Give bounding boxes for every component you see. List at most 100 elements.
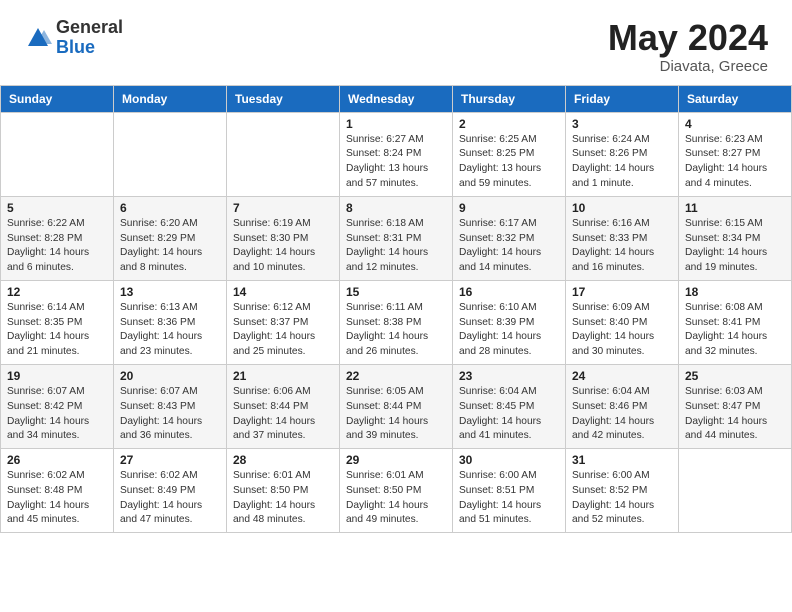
day-info: Sunrise: 6:01 AMSunset: 8:50 PMDaylight:… bbox=[346, 469, 446, 528]
day-info: Sunrise: 6:07 AMSunset: 8:42 PMDaylight:… bbox=[7, 385, 107, 444]
day-number: 27 bbox=[120, 453, 220, 467]
calendar-cell: 11 Sunrise: 6:15 AMSunset: 8:34 PMDayligh… bbox=[679, 196, 792, 280]
calendar-cell: 12Sunrise: 6:14 AMSunset: 8:35 PMDayligh… bbox=[1, 280, 114, 364]
day-info: Sunrise: 6:15 AMSunset: 8:34 PMDaylight:… bbox=[685, 217, 785, 276]
day-number: 6 bbox=[120, 201, 220, 215]
day-number: 23 bbox=[459, 369, 559, 383]
calendar-cell: 4 Sunrise: 6:23 AMSunset: 8:27 PMDaylight… bbox=[679, 112, 792, 196]
day-number: 12 bbox=[7, 285, 107, 299]
day-number: 20 bbox=[120, 369, 220, 383]
calendar-week-5: 26 Sunrise: 6:02 AMSunset: 8:48 PMDayligh… bbox=[1, 449, 792, 533]
calendar-cell: 2 Sunrise: 6:25 AMSunset: 8:25 PMDaylight… bbox=[453, 112, 566, 196]
day-info: Sunrise: 6:01 AMSunset: 8:50 PMDaylight:… bbox=[233, 469, 333, 528]
day-info: Sunrise: 6:22 AMSunset: 8:28 PMDaylight:… bbox=[7, 217, 107, 276]
day-info: Sunrise: 6:06 AMSunset: 8:44 PMDaylight:… bbox=[233, 385, 333, 444]
calendar-body: 1Sunrise: 6:27 AMSunset: 8:24 PMDaylight… bbox=[1, 112, 792, 533]
calendar-cell bbox=[1, 112, 114, 196]
calendar-cell: 24 Sunrise: 6:04 AMSunset: 8:46 PMDayligh… bbox=[566, 364, 679, 448]
day-number: 25 bbox=[685, 369, 785, 383]
calendar-cell: 23Sunrise: 6:04 AMSunset: 8:45 PMDayligh… bbox=[453, 364, 566, 448]
day-number: 2 bbox=[459, 117, 559, 131]
day-info: Sunrise: 6:02 AMSunset: 8:48 PMDaylight:… bbox=[7, 469, 107, 528]
calendar-cell: 14 Sunrise: 6:12 AMSunset: 8:37 PMDayligh… bbox=[227, 280, 340, 364]
day-number: 17 bbox=[572, 285, 672, 299]
subtitle: Diavata, Greece bbox=[608, 58, 768, 75]
col-thursday: Thursday bbox=[453, 85, 566, 112]
calendar-cell: 28 Sunrise: 6:01 AMSunset: 8:50 PMDayligh… bbox=[227, 449, 340, 533]
day-info: Sunrise: 6:08 AMSunset: 8:41 PMDaylight:… bbox=[685, 301, 785, 360]
day-number: 26 bbox=[7, 453, 107, 467]
day-info: Sunrise: 6:00 AMSunset: 8:52 PMDaylight:… bbox=[572, 469, 672, 528]
day-number: 28 bbox=[233, 453, 333, 467]
calendar-header: Sunday Monday Tuesday Wednesday Thursday… bbox=[1, 85, 792, 112]
col-sunday: Sunday bbox=[1, 85, 114, 112]
day-number: 19 bbox=[7, 369, 107, 383]
calendar-cell: 17 Sunrise: 6:09 AMSunset: 8:40 PMDayligh… bbox=[566, 280, 679, 364]
day-info: Sunrise: 6:25 AMSunset: 8:25 PMDaylight:… bbox=[459, 133, 559, 192]
calendar-cell: 21 Sunrise: 6:06 AMSunset: 8:44 PMDayligh… bbox=[227, 364, 340, 448]
calendar-cell: 7 Sunrise: 6:19 AMSunset: 8:30 PMDaylight… bbox=[227, 196, 340, 280]
title-area: May 2024 Diavata, Greece bbox=[608, 18, 768, 75]
day-number: 21 bbox=[233, 369, 333, 383]
day-number: 10 bbox=[572, 201, 672, 215]
calendar-cell: 25 Sunrise: 6:03 AMSunset: 8:47 PMDayligh… bbox=[679, 364, 792, 448]
day-number: 22 bbox=[346, 369, 446, 383]
calendar-cell: 9 Sunrise: 6:17 AMSunset: 8:32 PMDaylight… bbox=[453, 196, 566, 280]
logo-blue: Blue bbox=[56, 38, 123, 58]
header: General Blue May 2024 Diavata, Greece bbox=[0, 0, 792, 85]
day-number: 3 bbox=[572, 117, 672, 131]
calendar-cell bbox=[227, 112, 340, 196]
calendar-cell: 15Sunrise: 6:11 AMSunset: 8:38 PMDayligh… bbox=[340, 280, 453, 364]
day-info: Sunrise: 6:04 AMSunset: 8:46 PMDaylight:… bbox=[572, 385, 672, 444]
day-number: 5 bbox=[7, 201, 107, 215]
day-info: Sunrise: 6:24 AMSunset: 8:26 PMDaylight:… bbox=[572, 133, 672, 192]
day-info: Sunrise: 6:16 AMSunset: 8:33 PMDaylight:… bbox=[572, 217, 672, 276]
calendar-cell: 5 Sunrise: 6:22 AMSunset: 8:28 PMDaylight… bbox=[1, 196, 114, 280]
day-number: 31 bbox=[572, 453, 672, 467]
day-number: 29 bbox=[346, 453, 446, 467]
day-number: 24 bbox=[572, 369, 672, 383]
col-saturday: Saturday bbox=[679, 85, 792, 112]
day-info: Sunrise: 6:20 AMSunset: 8:29 PMDaylight:… bbox=[120, 217, 220, 276]
day-number: 30 bbox=[459, 453, 559, 467]
day-number: 1 bbox=[346, 117, 446, 131]
day-info: Sunrise: 6:19 AMSunset: 8:30 PMDaylight:… bbox=[233, 217, 333, 276]
calendar-week-3: 12Sunrise: 6:14 AMSunset: 8:35 PMDayligh… bbox=[1, 280, 792, 364]
day-info: Sunrise: 6:11 AMSunset: 8:38 PMDaylight:… bbox=[346, 301, 446, 360]
day-info: Sunrise: 6:00 AMSunset: 8:51 PMDaylight:… bbox=[459, 469, 559, 528]
day-info: Sunrise: 6:17 AMSunset: 8:32 PMDaylight:… bbox=[459, 217, 559, 276]
calendar-cell: 13Sunrise: 6:13 AMSunset: 8:36 PMDayligh… bbox=[114, 280, 227, 364]
calendar-cell: 26 Sunrise: 6:02 AMSunset: 8:48 PMDayligh… bbox=[1, 449, 114, 533]
day-info: Sunrise: 6:13 AMSunset: 8:36 PMDaylight:… bbox=[120, 301, 220, 360]
logo: General Blue bbox=[24, 18, 123, 58]
calendar-cell: 3 Sunrise: 6:24 AMSunset: 8:26 PMDaylight… bbox=[566, 112, 679, 196]
calendar-cell: 29 Sunrise: 6:01 AMSunset: 8:50 PMDayligh… bbox=[340, 449, 453, 533]
day-info: Sunrise: 6:12 AMSunset: 8:37 PMDaylight:… bbox=[233, 301, 333, 360]
day-number: 4 bbox=[685, 117, 785, 131]
logo-icon bbox=[24, 24, 52, 52]
header-row: Sunday Monday Tuesday Wednesday Thursday… bbox=[1, 85, 792, 112]
day-number: 9 bbox=[459, 201, 559, 215]
day-number: 7 bbox=[233, 201, 333, 215]
calendar-cell: 18Sunrise: 6:08 AMSunset: 8:41 PMDayligh… bbox=[679, 280, 792, 364]
calendar-week-1: 1Sunrise: 6:27 AMSunset: 8:24 PMDaylight… bbox=[1, 112, 792, 196]
calendar-cell: 22Sunrise: 6:05 AMSunset: 8:44 PMDayligh… bbox=[340, 364, 453, 448]
calendar-week-2: 5 Sunrise: 6:22 AMSunset: 8:28 PMDaylight… bbox=[1, 196, 792, 280]
day-info: Sunrise: 6:18 AMSunset: 8:31 PMDaylight:… bbox=[346, 217, 446, 276]
calendar-week-4: 19 Sunrise: 6:07 AMSunset: 8:42 PMDayligh… bbox=[1, 364, 792, 448]
day-info: Sunrise: 6:23 AMSunset: 8:27 PMDaylight:… bbox=[685, 133, 785, 192]
day-info: Sunrise: 6:09 AMSunset: 8:40 PMDaylight:… bbox=[572, 301, 672, 360]
col-wednesday: Wednesday bbox=[340, 85, 453, 112]
day-number: 8 bbox=[346, 201, 446, 215]
calendar-cell bbox=[114, 112, 227, 196]
day-number: 11 bbox=[685, 201, 785, 215]
calendar-cell: 6 Sunrise: 6:20 AMSunset: 8:29 PMDaylight… bbox=[114, 196, 227, 280]
day-info: Sunrise: 6:02 AMSunset: 8:49 PMDaylight:… bbox=[120, 469, 220, 528]
calendar-cell bbox=[679, 449, 792, 533]
calendar-cell: 8 Sunrise: 6:18 AMSunset: 8:31 PMDaylight… bbox=[340, 196, 453, 280]
day-info: Sunrise: 6:03 AMSunset: 8:47 PMDaylight:… bbox=[685, 385, 785, 444]
logo-general: General bbox=[56, 18, 123, 38]
day-info: Sunrise: 6:07 AMSunset: 8:43 PMDaylight:… bbox=[120, 385, 220, 444]
day-number: 14 bbox=[233, 285, 333, 299]
calendar-cell: 27 Sunrise: 6:02 AMSunset: 8:49 PMDayligh… bbox=[114, 449, 227, 533]
